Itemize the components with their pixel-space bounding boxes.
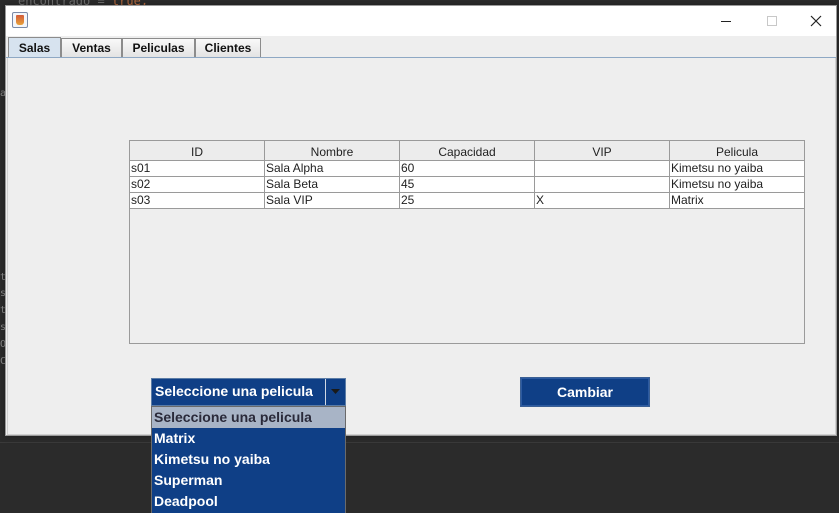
combo-arrow-button[interactable] xyxy=(325,379,345,405)
cell-id[interactable]: s01 xyxy=(130,161,265,176)
desktop-divider xyxy=(0,442,839,443)
close-icon xyxy=(810,15,822,27)
combo-option[interactable]: Matrix xyxy=(152,428,345,449)
desktop-background xyxy=(0,437,839,513)
salas-table: ID Nombre Capacidad VIP Pelicula s01 Sal… xyxy=(129,140,805,344)
java-cup-icon xyxy=(12,12,28,28)
cell-capacidad[interactable]: 60 xyxy=(400,161,535,176)
column-header-id[interactable]: ID xyxy=(130,141,265,160)
combo-selected-value: Seleccione una pelicula xyxy=(155,383,313,399)
minimize-icon xyxy=(721,20,731,22)
column-header-capacidad[interactable]: Capacidad xyxy=(400,141,535,160)
title-bar[interactable] xyxy=(6,6,836,36)
table-row[interactable]: s02 Sala Beta 45 Kimetsu no yaiba xyxy=(130,177,804,193)
combo-option[interactable]: Superman xyxy=(152,470,345,491)
cell-vip[interactable] xyxy=(535,177,670,192)
cell-nombre[interactable]: Sala Beta xyxy=(265,177,400,192)
column-header-nombre[interactable]: Nombre xyxy=(265,141,400,160)
cambiar-button[interactable]: Cambiar xyxy=(520,377,650,407)
column-header-vip[interactable]: VIP xyxy=(535,141,670,160)
cell-nombre[interactable]: Sala Alpha xyxy=(265,161,400,176)
table-row[interactable]: s03 Sala VIP 25 X Matrix xyxy=(130,193,804,209)
tab-peliculas[interactable]: Peliculas xyxy=(122,38,195,57)
cell-pelicula[interactable]: Kimetsu no yaiba xyxy=(670,177,804,192)
cell-vip[interactable]: X xyxy=(535,193,670,208)
tab-salas[interactable]: Salas xyxy=(8,37,61,58)
combo-dropdown-list: Seleccione una pelicula Matrix Kimetsu n… xyxy=(151,406,346,513)
close-button[interactable] xyxy=(793,6,839,36)
table-header: ID Nombre Capacidad VIP Pelicula xyxy=(130,141,804,161)
tab-ventas[interactable]: Ventas xyxy=(61,38,122,57)
column-header-pelicula[interactable]: Pelicula xyxy=(670,141,804,160)
combo-option[interactable]: Kimetsu no yaiba xyxy=(152,449,345,470)
tab-clientes[interactable]: Clientes xyxy=(195,38,261,57)
chevron-down-icon xyxy=(331,389,340,394)
pelicula-combo[interactable]: Seleccione una pelicula xyxy=(151,378,346,406)
minimize-button[interactable] xyxy=(703,6,749,36)
table-row[interactable]: s01 Sala Alpha 60 Kimetsu no yaiba xyxy=(130,161,804,177)
cell-capacidad[interactable]: 25 xyxy=(400,193,535,208)
cell-capacidad[interactable]: 45 xyxy=(400,177,535,192)
cell-nombre[interactable]: Sala VIP xyxy=(265,193,400,208)
cell-id[interactable]: s03 xyxy=(130,193,265,208)
tab-strip: Salas Ventas Peliculas Clientes xyxy=(6,36,836,58)
maximize-button[interactable] xyxy=(749,6,795,36)
cell-vip[interactable] xyxy=(535,161,670,176)
cell-id[interactable]: s02 xyxy=(130,177,265,192)
maximize-icon xyxy=(767,16,777,26)
cell-pelicula[interactable]: Kimetsu no yaiba xyxy=(670,161,804,176)
combo-option[interactable]: Deadpool xyxy=(152,491,345,512)
combo-option[interactable]: Seleccione una pelicula xyxy=(152,407,345,428)
cell-pelicula[interactable]: Matrix xyxy=(670,193,804,208)
